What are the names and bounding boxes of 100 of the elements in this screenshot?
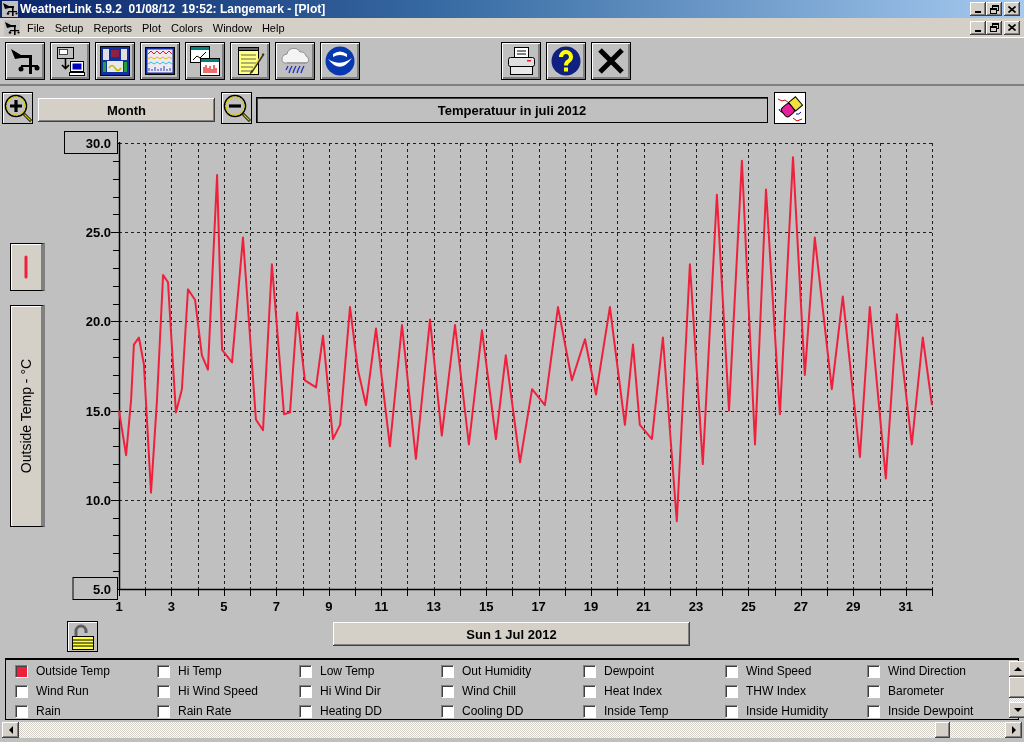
menu-item[interactable]: Window <box>207 19 257 36</box>
period-button[interactable]: Month <box>38 98 215 122</box>
scroll-right-button[interactable] <box>1005 722 1022 738</box>
legend-checkbox[interactable] <box>583 664 596 678</box>
zoom-in-button[interactable] <box>2 92 33 124</box>
toolbar-button[interactable] <box>230 42 270 80</box>
legend-label: Low Temp <box>320 664 375 678</box>
legend-checkbox[interactable] <box>157 664 170 678</box>
menu-item[interactable]: Colors <box>166 19 208 36</box>
minimize-icon <box>975 11 981 13</box>
menu-item[interactable]: Plot <box>137 19 166 36</box>
legend-checkbox[interactable] <box>583 684 596 698</box>
toolbar-button[interactable] <box>95 42 135 80</box>
legend-checkbox[interactable] <box>15 704 28 718</box>
legend-label: Out Humidity <box>462 664 532 678</box>
x-tick-label: 27 <box>793 599 809 614</box>
legend-label: Rain Rate <box>178 704 232 718</box>
menu-item[interactable]: Setup <box>49 19 89 36</box>
x-tick-label: 11 <box>374 599 389 614</box>
rain-cloud-icon <box>280 47 310 75</box>
lock-button[interactable] <box>67 621 98 652</box>
legend-checkbox[interactable] <box>725 684 738 698</box>
y-tick-label: 10.0 <box>85 492 111 508</box>
close-icon <box>1008 24 1016 31</box>
close-button[interactable] <box>1004 2 1020 16</box>
eraser-button[interactable] <box>774 92 806 124</box>
help-icon <box>551 46 581 76</box>
toolbar-button[interactable] <box>275 42 315 80</box>
legend-checkbox[interactable] <box>299 664 312 678</box>
restore-icon <box>989 4 999 14</box>
toolbar-button[interactable] <box>50 42 90 80</box>
legend-checkbox[interactable] <box>157 704 170 718</box>
y-tick-label: 5.0 <box>92 582 111 597</box>
date-button[interactable]: Sun 1 Jul 2012 <box>333 622 690 646</box>
legend-checkbox[interactable] <box>441 704 454 718</box>
line-style-button[interactable] <box>10 243 45 291</box>
axis-min-field[interactable]: 5.0 <box>72 577 118 600</box>
legend-label: Cooling DD <box>462 704 524 718</box>
toolbar-button[interactable] <box>185 42 225 80</box>
menu-item[interactable]: Help <box>256 19 290 36</box>
legend-checkbox[interactable] <box>157 684 170 698</box>
minimize-button[interactable] <box>970 2 986 16</box>
up-arrow-icon <box>1013 666 1022 672</box>
legend-checkbox[interactable] <box>583 704 596 718</box>
title-field[interactable]: Temperatuur in juli 2012 <box>256 97 768 123</box>
down-arrow-icon <box>1013 707 1022 713</box>
x-tick-label: 13 <box>426 599 441 614</box>
zoom-out-button[interactable] <box>221 92 252 124</box>
legend-label: Wind Direction <box>888 664 967 678</box>
x-tick-label: 29 <box>846 599 861 614</box>
close-button[interactable] <box>1004 20 1020 35</box>
restore-icon <box>989 23 999 32</box>
scrollbar-thumb[interactable] <box>1009 677 1024 698</box>
toolbar-button[interactable] <box>140 42 180 80</box>
legend-checkbox[interactable] <box>725 704 738 718</box>
legend-checkbox[interactable] <box>441 664 454 678</box>
toolbar-button[interactable] <box>5 42 45 80</box>
legend-checkbox[interactable] <box>725 664 738 678</box>
legend-label: Hi Wind Dir <box>320 684 381 698</box>
close-icon <box>598 48 624 74</box>
toolbar-button[interactable] <box>591 42 631 80</box>
menu-item[interactable]: File <box>22 19 50 36</box>
x-tick-label: 1 <box>115 599 123 614</box>
toolbar-button[interactable] <box>320 42 360 80</box>
axis-label-button[interactable]: Outside Temp - °C <box>10 305 45 527</box>
x-tick-label: 3 <box>167 599 176 614</box>
legend-label: THW Index <box>746 684 806 698</box>
legend-label: Inside Humidity <box>746 704 829 718</box>
right-arrow-icon <box>1010 726 1017 734</box>
console-display-icon <box>100 46 130 76</box>
scrollbar-thumb[interactable] <box>935 722 950 738</box>
minimize-icon <box>975 29 981 32</box>
minimize-button[interactable] <box>970 20 986 35</box>
legend-label: Barometer <box>888 684 945 698</box>
window-title: WeatherLink 5.9.2 01/08/12 19:52: Langemark - [Plot] <box>20 2 326 16</box>
scroll-down-button[interactable] <box>1009 702 1024 718</box>
scroll-up-button[interactable] <box>1009 661 1024 677</box>
legend-checkbox[interactable] <box>299 684 312 698</box>
console-to-computer-icon <box>55 46 85 76</box>
legend-checkbox[interactable] <box>867 684 880 698</box>
toolbar-button[interactable] <box>501 42 541 80</box>
legend-checkbox[interactable] <box>441 684 454 698</box>
menu-item[interactable]: Reports <box>88 19 137 36</box>
legend-checkbox[interactable] <box>867 664 880 678</box>
axis-max-field[interactable]: 30.0 <box>64 131 118 154</box>
legend-checkbox[interactable] <box>15 684 28 698</box>
legend-checkbox[interactable] <box>15 664 28 678</box>
legend-checkbox[interactable] <box>299 704 312 718</box>
zoom-in-icon <box>3 94 32 122</box>
legend-label: Hi Wind Speed <box>178 684 259 698</box>
scroll-left-button[interactable] <box>2 722 19 738</box>
legend-label: Wind Chill <box>462 684 516 698</box>
restore-button[interactable] <box>986 2 1002 16</box>
legend-label: Hi Temp <box>178 664 222 678</box>
y-tick-label: 15.0 <box>85 403 111 419</box>
x-tick-label: 9 <box>325 599 333 614</box>
restore-button[interactable] <box>986 20 1002 35</box>
toolbar-button[interactable] <box>546 42 586 80</box>
legend-checkbox[interactable] <box>867 704 880 718</box>
app-icon <box>2 1 18 17</box>
